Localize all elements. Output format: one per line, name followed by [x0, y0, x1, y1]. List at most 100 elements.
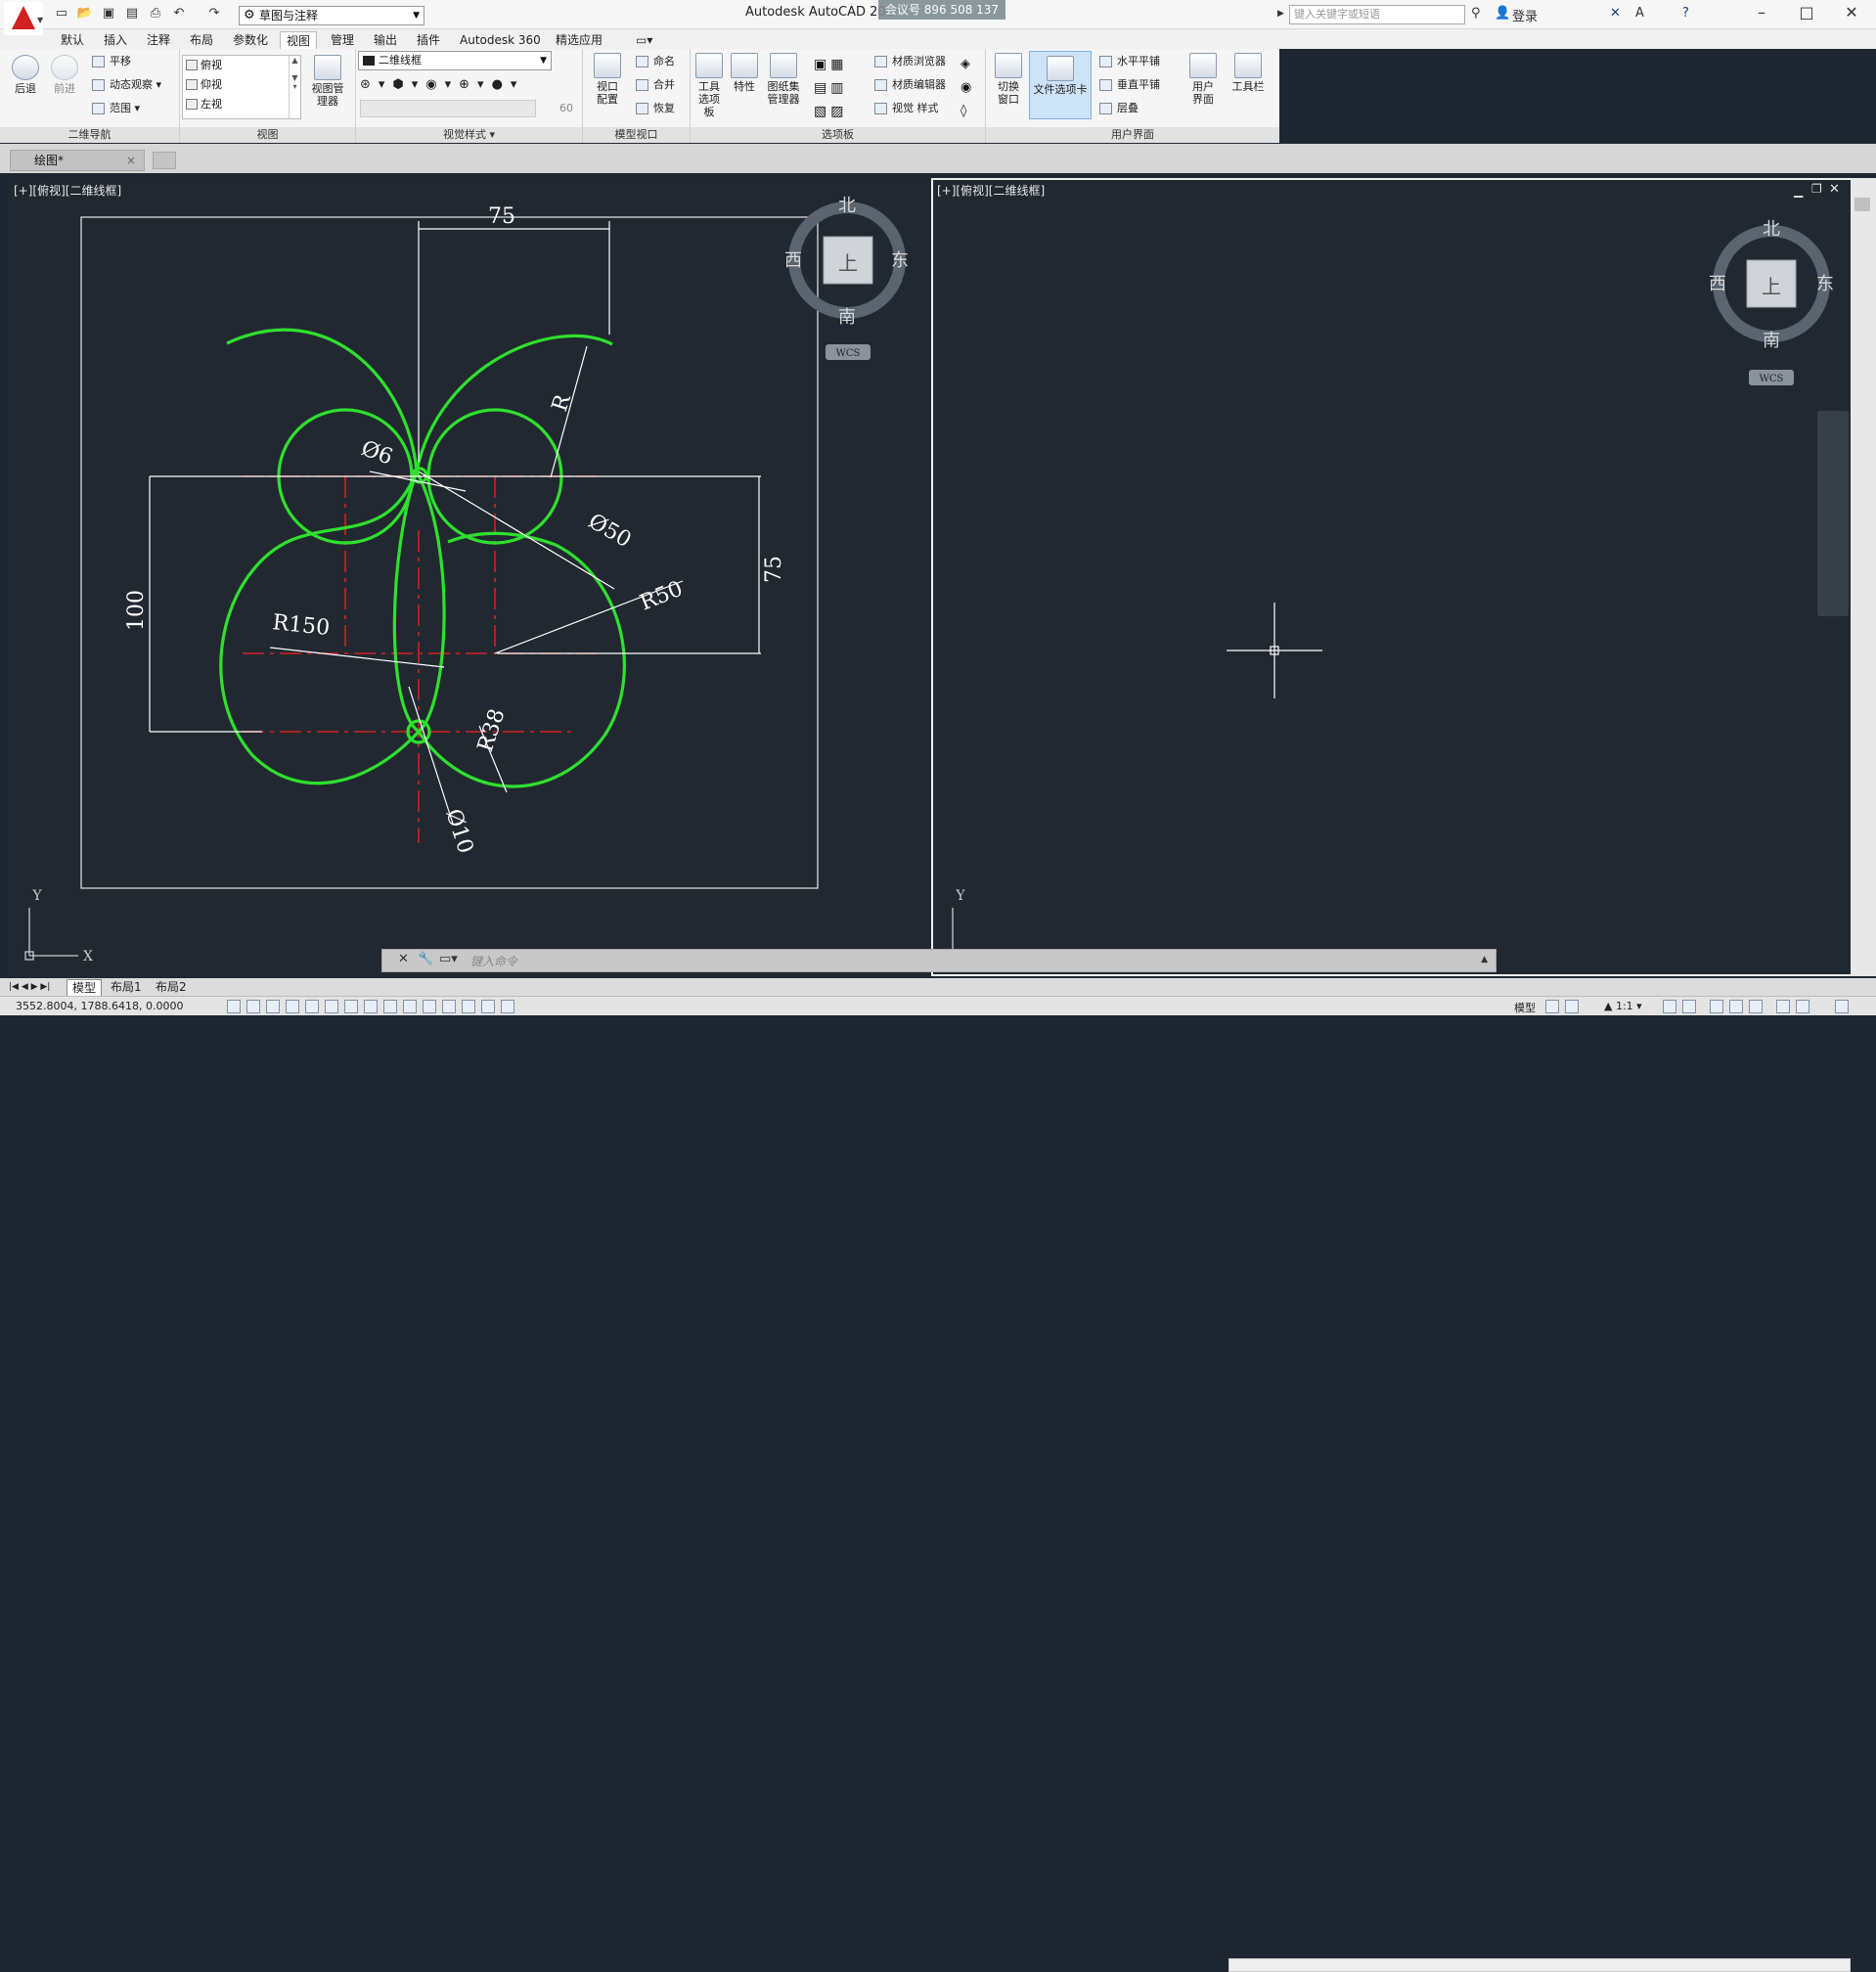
restore-viewports-button[interactable]: 恢复 [634, 100, 675, 117]
material-browser-button[interactable]: 材质浏览器 [872, 53, 946, 70]
scrollbar-thumb[interactable] [1854, 198, 1870, 211]
orbit-button[interactable]: 动态观察 ▾ [90, 76, 161, 94]
command-recent-icon[interactable]: ▭▾ [439, 952, 458, 966]
layout-tab-layout1[interactable]: 布局1 [106, 979, 147, 995]
hardware-acceleration-icon[interactable] [1749, 1000, 1763, 1013]
compass-south[interactable]: 南 [1763, 331, 1780, 351]
annotation-visibility-icon[interactable] [1663, 1000, 1676, 1013]
close-tab-icon[interactable]: × [126, 151, 136, 170]
opacity-slider[interactable] [360, 100, 536, 117]
tab-layout[interactable]: 布局 [184, 31, 219, 49]
ortho-icon[interactable] [286, 1000, 299, 1013]
search-expand-icon[interactable]: ▶ [1277, 9, 1284, 19]
quick-view-drawings-icon[interactable] [1565, 1000, 1579, 1013]
viewcube-right[interactable]: 上 北 南 东 西 WCS [1709, 219, 1834, 385]
transparency-icon[interactable] [442, 1000, 456, 1013]
visual-style-dropdown[interactable]: 二维线框 ▼ [358, 51, 552, 70]
tile-horizontal-button[interactable]: 水平平铺 [1097, 53, 1160, 70]
quick-view-layouts-icon[interactable] [1545, 1000, 1559, 1013]
exchange-icon[interactable]: ✕ [1610, 6, 1621, 21]
lineweight-icon[interactable] [423, 1000, 436, 1013]
maximize-icon[interactable]: □ [1788, 2, 1825, 25]
viewcube-top-label[interactable]: 上 [838, 251, 858, 275]
dyn-icon[interactable] [403, 1000, 417, 1013]
layout-tab-model[interactable]: 模型 [67, 979, 103, 997]
tab-insert[interactable]: 插入 [98, 31, 133, 49]
new-file-icon[interactable]: ▭ [53, 6, 70, 22]
search-input[interactable]: 键入关键字或短语 [1289, 5, 1465, 24]
3d-osnap-icon[interactable] [344, 1000, 358, 1013]
auto-scale-icon[interactable] [1682, 1000, 1696, 1013]
tab-view[interactable]: 视图 [280, 31, 318, 49]
customization-icon[interactable] [1835, 1000, 1849, 1013]
command-close-icon[interactable]: ✕ [398, 952, 409, 966]
viewport-left[interactable]: [+][俯视][二维线框] 75 100 75 R Ø6 Ø50 R150 R5… [8, 178, 930, 976]
compass-north[interactable]: 北 [838, 196, 856, 216]
views-list[interactable]: 俯视 仰视 左视 ▲ ▼ ▾ [182, 55, 301, 119]
join-viewports-button[interactable]: 合并 [634, 76, 675, 94]
snap-icon[interactable] [246, 1000, 260, 1013]
compass-west[interactable]: 西 [784, 250, 802, 271]
application-menu-button[interactable]: ▼ [4, 2, 43, 35]
tab-featured-apps[interactable]: 精选应用 [550, 31, 608, 49]
switch-window-button[interactable]: 切换窗口 [992, 53, 1025, 106]
viewport-right[interactable]: [+][俯视][二维线框] ▁ ❐ ✕ 上 北 南 东 西 WCS Y X [931, 178, 1858, 976]
command-history-icon[interactable]: ▲ [1481, 955, 1488, 964]
save-as-icon[interactable]: ▤ [123, 6, 141, 22]
new-tab-button[interactable] [153, 152, 176, 169]
undo-icon[interactable]: ↶ [170, 6, 188, 22]
close-icon[interactable]: ✕ [1833, 2, 1870, 25]
viewcube-top-label[interactable]: 上 [1762, 275, 1781, 298]
compass-west[interactable]: 西 [1709, 274, 1726, 294]
quick-properties-icon[interactable] [462, 1000, 475, 1013]
view-left[interactable]: 左视 [183, 95, 300, 114]
clean-screen-icon[interactable] [1796, 1000, 1809, 1013]
properties-button[interactable]: 特性 [728, 53, 761, 93]
grid-icon[interactable] [266, 1000, 280, 1013]
list-scrollbar[interactable]: ▲ ▼ ▾ [289, 56, 300, 118]
ducs-icon[interactable] [383, 1000, 397, 1013]
visual-styles-palette-button[interactable]: 视觉 样式 [872, 100, 939, 117]
vertical-scrollbar[interactable] [1851, 178, 1876, 976]
compass-east[interactable]: 东 [891, 250, 909, 271]
tab-plugins[interactable]: 插件 [411, 31, 446, 49]
minimize-icon[interactable]: – [1743, 2, 1780, 25]
redo-icon[interactable]: ↷ [205, 6, 223, 22]
tab-annotate[interactable]: 注释 [141, 31, 176, 49]
layout-nav-arrows[interactable]: |◀ ◀ ▶ ▶| [4, 979, 55, 995]
tab-manage[interactable]: 管理 [325, 31, 360, 49]
palette-extra-icons[interactable]: ◈ ◉ ◊ [960, 53, 980, 123]
polar-icon[interactable] [305, 1000, 319, 1013]
infer-constraints-icon[interactable] [227, 1000, 241, 1013]
tab-autodesk360[interactable]: Autodesk 360 [454, 31, 547, 49]
save-icon[interactable]: ▣ [100, 6, 117, 22]
selection-cycling-icon[interactable] [481, 1000, 495, 1013]
annotation-monitor-icon[interactable] [501, 1000, 514, 1013]
navigation-bar[interactable] [1817, 411, 1849, 616]
lock-ui-icon[interactable] [1729, 1000, 1743, 1013]
model-space-label[interactable]: 模型 [1514, 1000, 1536, 1015]
viewport-config-button[interactable]: 视口配置 [587, 53, 628, 106]
isolate-objects-icon[interactable] [1776, 1000, 1790, 1013]
viewcube[interactable]: 上 北 南 东 西 WCS [784, 196, 909, 360]
tool-palettes-button[interactable]: 工具选项板 [692, 53, 726, 118]
user-interface-button[interactable]: 用户界面 [1185, 53, 1221, 106]
material-editor-button[interactable]: 材质编辑器 [872, 76, 946, 94]
view-manager-button[interactable]: 视图管理器 [305, 55, 350, 108]
compass-north[interactable]: 北 [1763, 219, 1780, 240]
binoculars-icon[interactable]: ⚲ [1471, 6, 1481, 21]
wcs-label[interactable]: WCS [836, 348, 861, 359]
help-icon[interactable]: ? [1682, 6, 1689, 21]
tab-extra-dropdown[interactable]: ▭▾ [630, 31, 658, 49]
forward-button[interactable]: 前进 [47, 55, 82, 95]
command-line[interactable]: ✕ 🔧 ▭▾ 键入命令 ▲ [381, 949, 1496, 972]
back-button[interactable]: 后退 [8, 55, 43, 95]
layout-tab-layout2[interactable]: 布局2 [151, 979, 192, 995]
named-viewports-button[interactable]: 命名 [634, 53, 675, 70]
pan-button[interactable]: 平移 [90, 53, 131, 70]
tile-vertical-button[interactable]: 垂直平铺 [1097, 76, 1160, 94]
annotation-scale[interactable]: ▲ 1:1 ▾ [1604, 1000, 1642, 1012]
visual-style-tools[interactable]: ⊛▾⬢▾◉▾⊕▾●▾ [360, 76, 556, 94]
command-input[interactable]: 键入命令 [470, 953, 517, 969]
open-file-icon[interactable]: 📂 [76, 6, 94, 22]
